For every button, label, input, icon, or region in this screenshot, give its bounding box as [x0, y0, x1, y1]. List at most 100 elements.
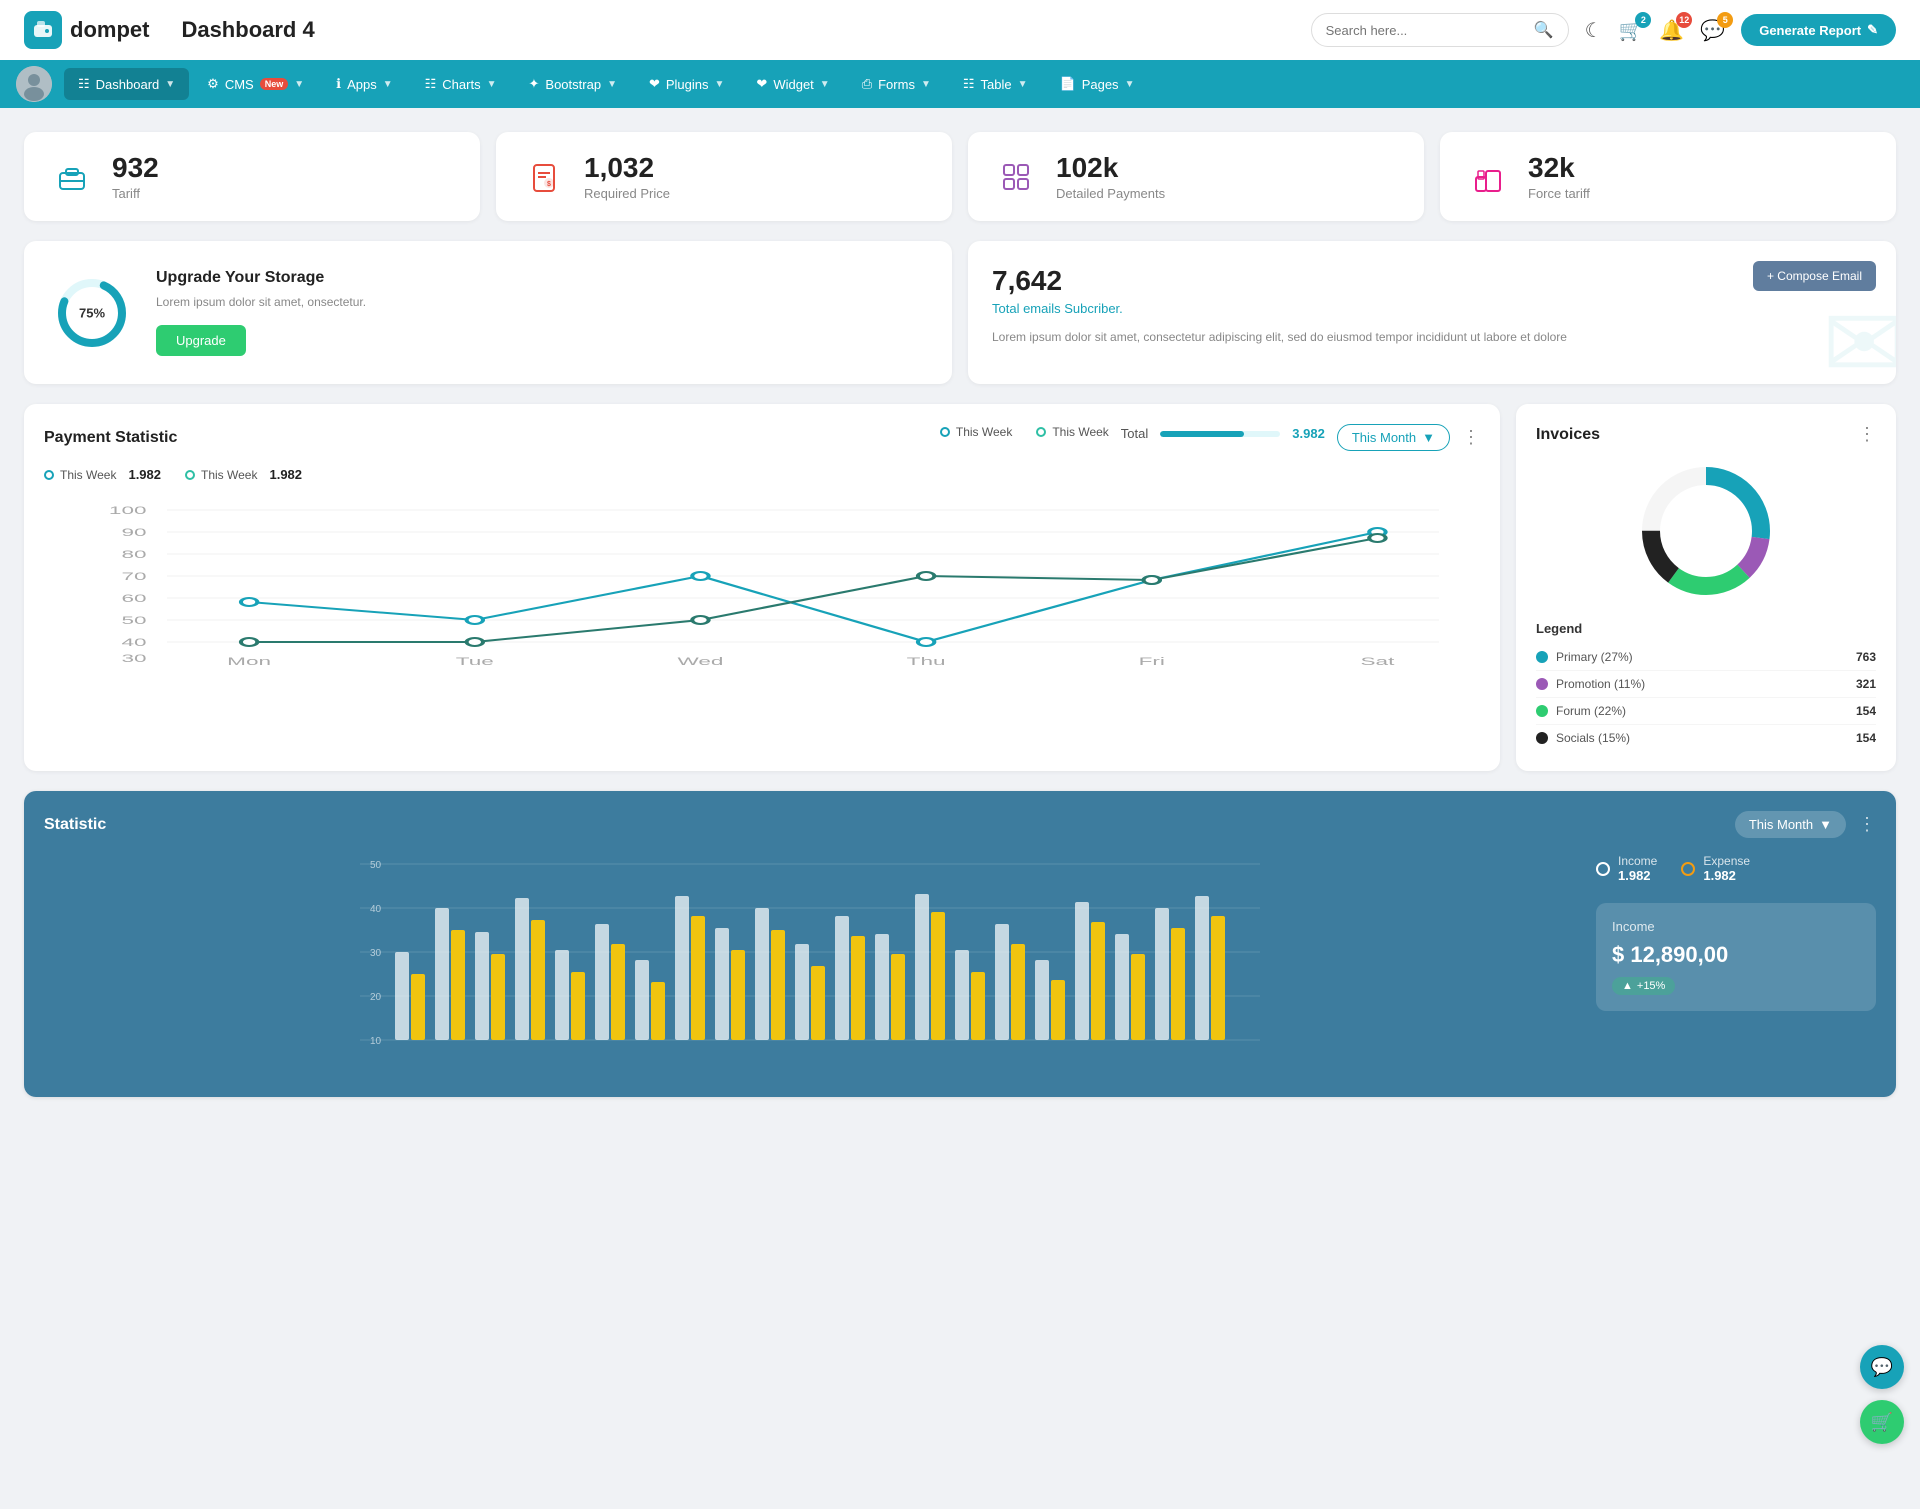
email-bg-icon: ✉ [1822, 294, 1896, 384]
svg-text:10: 10 [370, 1036, 382, 1047]
report-icon: ✎ [1867, 22, 1878, 38]
search-box[interactable]: 🔍 [1311, 13, 1569, 47]
expense-labels: Expense 1.982 [1703, 854, 1750, 883]
widget-icon: ❤ [756, 76, 767, 92]
total-bar [1160, 431, 1280, 437]
compose-email-button[interactable]: + Compose Email [1753, 261, 1876, 291]
chevron-down-icon: ▼ [294, 79, 304, 90]
legend-item-socials: Socials (15%) 154 [1536, 725, 1876, 751]
stat-number-tariff: 932 [112, 152, 159, 184]
cart-float-button[interactable]: 🛒 [1860, 1400, 1904, 1444]
stat-card-required-price: $ 1,032 Required Price [496, 132, 952, 221]
svg-text:20: 20 [370, 992, 382, 1003]
svg-text:40: 40 [121, 636, 146, 648]
chevron-down-icon: ▼ [383, 79, 393, 90]
this-month-button[interactable]: This Month ▼ [1337, 424, 1450, 451]
theme-toggle-button[interactable]: ☾ [1585, 18, 1603, 43]
svg-text:30: 30 [370, 948, 382, 959]
legend-item-1: This Week [940, 425, 1012, 439]
storage-title: Upgrade Your Storage [156, 269, 366, 287]
svg-text:80: 80 [121, 548, 146, 560]
notification-badge: 12 [1676, 12, 1692, 28]
sidebar-item-bootstrap[interactable]: ✦ Bootstrap ▼ [515, 68, 631, 100]
invoices-donut-svg [1636, 461, 1776, 601]
invoices-legend-list: Primary (27%) 763 Promotion (11%) 321 Fo… [1536, 644, 1876, 751]
total-value: 3.982 [1292, 426, 1325, 441]
legend-value-1: This Week 1.982 [44, 467, 161, 482]
statistic-card: Statistic This Month ▼ ⋮ 50 [24, 791, 1896, 1097]
middle-row: 75% Upgrade Your Storage Lorem ipsum dol… [24, 241, 1896, 384]
main-content: 932 Tariff $ 1,032 Required Price [0, 108, 1920, 1121]
chevron-down-icon: ▼ [1422, 430, 1435, 445]
cms-icon: ⚙ [207, 76, 219, 92]
storage-percent: 75% [79, 305, 105, 320]
statistic-more-options-icon[interactable]: ⋮ [1858, 814, 1876, 835]
file-dollar-icon: $ [520, 153, 568, 201]
svg-text:70: 70 [121, 570, 146, 582]
stat-number-detailed-payments: 102k [1056, 152, 1165, 184]
sidebar-item-table[interactable]: ☷ Table ▼ [949, 68, 1042, 100]
statistic-title: Statistic [44, 816, 106, 834]
line-chart-svg: 100 90 80 70 60 50 40 30 Mon Tue Wed Thu… [44, 490, 1480, 670]
email-count: 7,642 [992, 265, 1872, 297]
search-input[interactable] [1326, 23, 1526, 38]
sidebar-item-plugins[interactable]: ❤ Plugins ▼ [635, 68, 738, 100]
shopping-icon[interactable]: 🛒 2 [1619, 18, 1644, 43]
legend-count-promotion: 321 [1856, 677, 1876, 691]
generate-report-button[interactable]: Generate Report ✎ [1741, 14, 1896, 46]
upgrade-button[interactable]: Upgrade [156, 325, 246, 356]
chevron-down-icon: ▼ [165, 79, 175, 90]
dashboard-icon: ☷ [78, 76, 90, 92]
storage-card: 75% Upgrade Your Storage Lorem ipsum dol… [24, 241, 952, 384]
svg-text:50: 50 [370, 860, 382, 871]
page-title: Dashboard 4 [181, 17, 314, 43]
sidebar-item-widget[interactable]: ❤ Widget ▼ [742, 68, 843, 100]
legend-dot-val-2 [185, 470, 195, 480]
chevron-down-icon: ▼ [487, 79, 497, 90]
total-bar-fill [1160, 431, 1244, 437]
navbar: ☷ Dashboard ▼ ⚙ CMS New ▼ ℹ Apps ▼ ☷ Cha… [0, 60, 1920, 108]
legend-color-forum [1536, 705, 1548, 717]
sidebar-item-pages[interactable]: 📄 Pages ▼ [1046, 68, 1149, 100]
legend-item-promotion: Promotion (11%) 321 [1536, 671, 1876, 698]
stat-label-detailed-payments: Detailed Payments [1056, 186, 1165, 201]
svg-text:30: 30 [121, 652, 146, 664]
header: dompet Dashboard 4 🔍 ☾ 🛒 2 🔔 12 💬 5 Gene… [0, 0, 1920, 60]
invoices-more-options-icon[interactable]: ⋮ [1858, 424, 1876, 445]
shopping-badge: 2 [1635, 12, 1651, 28]
legend-color-primary [1536, 651, 1548, 663]
sidebar-item-charts[interactable]: ☷ Charts ▼ [411, 68, 511, 100]
sidebar-item-cms[interactable]: ⚙ CMS New ▼ [193, 68, 318, 100]
legend-dot-2 [1036, 427, 1046, 437]
stat-card-tariff: 932 Tariff [24, 132, 480, 221]
arrow-up-icon: ▲ [1622, 980, 1633, 992]
svg-text:40: 40 [370, 904, 382, 915]
income-amount: $ 12,890,00 [1612, 942, 1860, 968]
logo-icon [24, 11, 62, 49]
more-options-icon[interactable]: ⋮ [1462, 427, 1480, 448]
income-dot [1596, 862, 1610, 876]
svg-text:Thu: Thu [907, 655, 946, 667]
nav-avatar [16, 66, 52, 102]
statistic-month-button[interactable]: This Month ▼ [1735, 811, 1846, 838]
svg-text:Wed: Wed [677, 655, 723, 667]
message-icon[interactable]: 💬 5 [1700, 18, 1725, 43]
svg-text:$: $ [547, 181, 551, 188]
expense-dot [1681, 862, 1695, 876]
invoices-donut-container [1536, 461, 1876, 601]
sidebar-item-apps[interactable]: ℹ Apps ▼ [322, 68, 407, 100]
expense-item: Expense 1.982 [1681, 854, 1750, 883]
stat-info-detailed-payments: 102k Detailed Payments [1056, 152, 1165, 201]
statistic-body: 50 40 30 20 10 [44, 854, 1876, 1077]
chat-float-button[interactable]: 💬 [1860, 1345, 1904, 1389]
total-row: Total 3.982 [1121, 426, 1325, 441]
chevron-down-icon: ▼ [921, 79, 931, 90]
notification-icon[interactable]: 🔔 12 [1659, 18, 1684, 43]
legend-dot-1 [940, 427, 950, 437]
email-description: Lorem ipsum dolor sit amet, consectetur … [992, 328, 1872, 346]
statistic-controls: This Month ▼ ⋮ [1735, 811, 1876, 838]
building-icon [1464, 153, 1512, 201]
sidebar-item-dashboard[interactable]: ☷ Dashboard ▼ [64, 68, 189, 100]
logo: dompet [24, 11, 149, 49]
sidebar-item-forms[interactable]: ⎙ Forms ▼ [848, 68, 945, 100]
